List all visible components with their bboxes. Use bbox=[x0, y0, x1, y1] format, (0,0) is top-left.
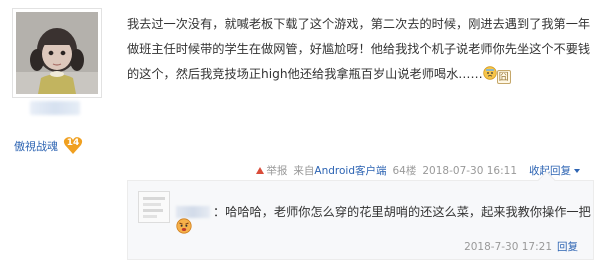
post-content: 我去过一次没有，就喊老板下载了这个游戏，第二次去的时候，刚进去遇到了我第一年做班… bbox=[127, 12, 593, 87]
reply-avatar[interactable] bbox=[138, 191, 170, 223]
avatar-image bbox=[16, 12, 98, 94]
angry-face-emoji bbox=[176, 218, 192, 234]
author-sidebar: 傲視战魂 14 bbox=[0, 0, 112, 260]
reply-footer: 2018-7-30 17:21 回复 bbox=[464, 239, 578, 254]
post-meta: 举报 来自Android客户端 64楼 2018-07-30 16:11 收起回… bbox=[256, 163, 580, 178]
floor-number: 64楼 bbox=[392, 165, 417, 177]
reply-time: 2018-7-30 17:21 bbox=[464, 241, 552, 253]
source-link[interactable]: Android客户端 bbox=[314, 165, 386, 177]
reply-avatar-image bbox=[139, 192, 169, 222]
author-grade: 傲視战魂 14 bbox=[14, 136, 83, 155]
reply-author-redacted[interactable] bbox=[176, 206, 210, 218]
reply-content: ：哈哈哈，老师你怎么穿的花里胡哨的还这么菜，起来我教你操作一把 bbox=[213, 205, 591, 219]
post-body: 我去过一次没有，就喊老板下载了这个游戏，第二次去的时候，刚进去遇到了我第一年做班… bbox=[127, 17, 591, 81]
post-time: 2018-07-30 16:11 bbox=[422, 164, 517, 177]
author-avatar[interactable] bbox=[12, 8, 102, 98]
source-prefix: 来自 bbox=[293, 165, 315, 177]
grade-level: 14 bbox=[66, 138, 80, 148]
sweat-face-emoji bbox=[482, 66, 497, 80]
report-link[interactable]: 举报 bbox=[256, 163, 287, 178]
grade-title[interactable]: 傲視战魂 bbox=[14, 138, 58, 154]
report-label: 举报 bbox=[266, 165, 288, 177]
heart-badge-icon[interactable]: 14 bbox=[63, 136, 83, 155]
reply-button[interactable]: 回复 bbox=[557, 241, 578, 253]
post-source: 来自Android客户端 bbox=[293, 163, 386, 178]
reply-panel: ：哈哈哈，老师你怎么穿的花里胡哨的还这么菜，起来我教你操作一把 2018-7-3… bbox=[127, 171, 594, 260]
caret-down-icon bbox=[574, 168, 580, 173]
author-name-redacted[interactable] bbox=[30, 101, 80, 115]
reply-emoji-row bbox=[176, 218, 192, 237]
jiong-emoji: 囧 bbox=[496, 70, 511, 84]
report-triangle-icon bbox=[256, 167, 265, 174]
collapse-replies-button[interactable]: 收起回复 bbox=[529, 163, 580, 178]
